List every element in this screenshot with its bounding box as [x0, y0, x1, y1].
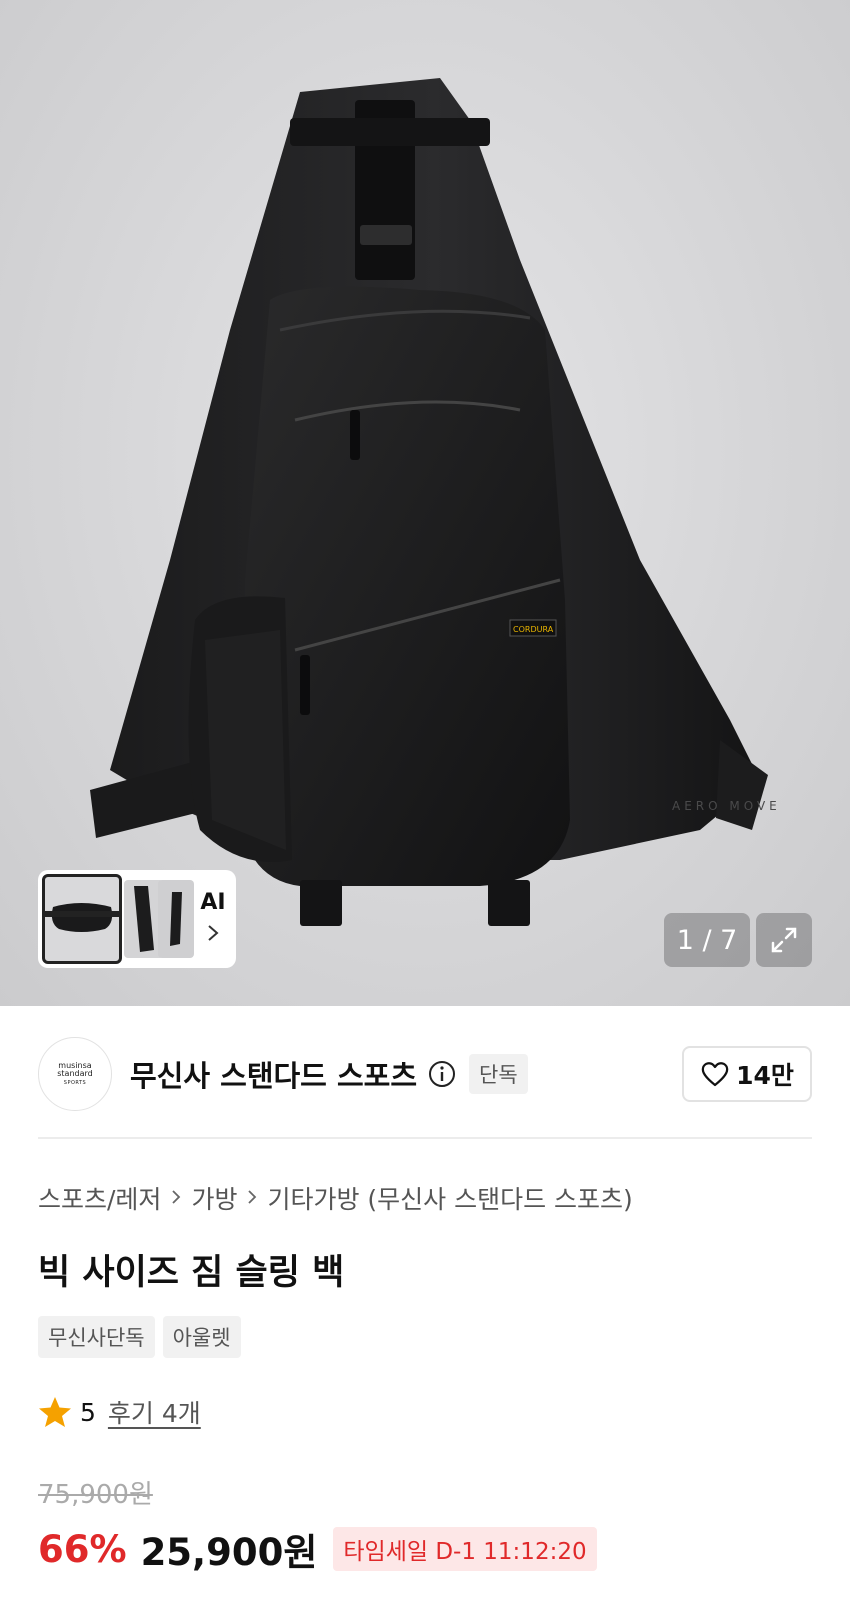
review-link[interactable]: 후기 4개 — [108, 1394, 201, 1430]
strap-print-text: AERO MOVE — [672, 799, 781, 813]
image-counter: 1 / 7 — [664, 913, 750, 967]
expand-button[interactable] — [756, 913, 812, 967]
discount-rate: 66% — [38, 1527, 127, 1571]
brand-row: musinsa standard SPORTS 무신사 스탠다드 스포츠 단독 … — [38, 1036, 812, 1112]
rating-score: 5 — [80, 1397, 96, 1427]
like-count: 14만 — [736, 1061, 794, 1090]
price-row: 66% 25,900원 타임세일 D-1 11:12:20 — [38, 1522, 597, 1576]
rating: 5 후기 4개 — [38, 1394, 201, 1430]
product-image-gallery[interactable]: CORDURA AERO MOVE AI 1 / 7 — [0, 0, 850, 1006]
brand-name[interactable]: 무신사 스탠다드 스포츠 — [130, 1053, 417, 1095]
thumbnail-3[interactable] — [158, 880, 194, 958]
info-icon[interactable] — [427, 1059, 457, 1089]
sale-price: 25,900원 — [140, 1531, 318, 1574]
chevron-right-icon — [206, 923, 220, 948]
heart-icon — [701, 1062, 729, 1087]
timesale-badge: 타임세일 D-1 11:12:20 — [333, 1527, 597, 1571]
thumbnail-stack[interactable] — [124, 874, 194, 964]
brand-logo[interactable]: musinsa standard SPORTS — [38, 1037, 112, 1111]
breadcrumb-item[interactable]: 기타가방 (무신사 스탠다드 스포츠) — [267, 1180, 632, 1216]
thumbnail-strip[interactable]: AI — [38, 870, 236, 968]
thumbnail-active[interactable] — [42, 874, 122, 964]
original-price: 75,900원 — [38, 1480, 153, 1510]
exclusive-badge: 단독 — [469, 1054, 528, 1094]
product-tags: 무신사단독 아울렛 — [38, 1316, 241, 1358]
brand-logo-line3: SPORTS — [63, 1079, 87, 1086]
divider — [38, 1137, 812, 1139]
ai-label: AI — [200, 890, 226, 915]
star-icon — [39, 1397, 71, 1427]
brand-logo-line2: standard — [57, 1069, 93, 1079]
breadcrumb: 스포츠/레저 가방 기타가방 (무신사 스탠다드 스포츠) — [38, 1180, 633, 1216]
expand-icon — [771, 927, 797, 953]
like-button[interactable]: 14만 — [682, 1046, 812, 1102]
cordura-label: CORDURA — [513, 625, 554, 634]
waist-bag-thumbnail — [45, 903, 119, 932]
tag-outlet: 아울렛 — [162, 1316, 241, 1358]
product-title: 빅 사이즈 짐 슬링 백 — [38, 1253, 345, 1293]
chevron-right-icon — [171, 1186, 181, 1211]
breadcrumb-item[interactable]: 스포츠/레저 — [38, 1180, 161, 1216]
breadcrumb-item[interactable]: 가방 — [191, 1180, 237, 1216]
chevron-right-icon — [247, 1186, 257, 1211]
product-photo: CORDURA AERO MOVE — [90, 78, 781, 926]
tag-exclusive: 무신사단독 — [38, 1316, 155, 1358]
ai-recommend-button[interactable]: AI — [194, 890, 232, 948]
